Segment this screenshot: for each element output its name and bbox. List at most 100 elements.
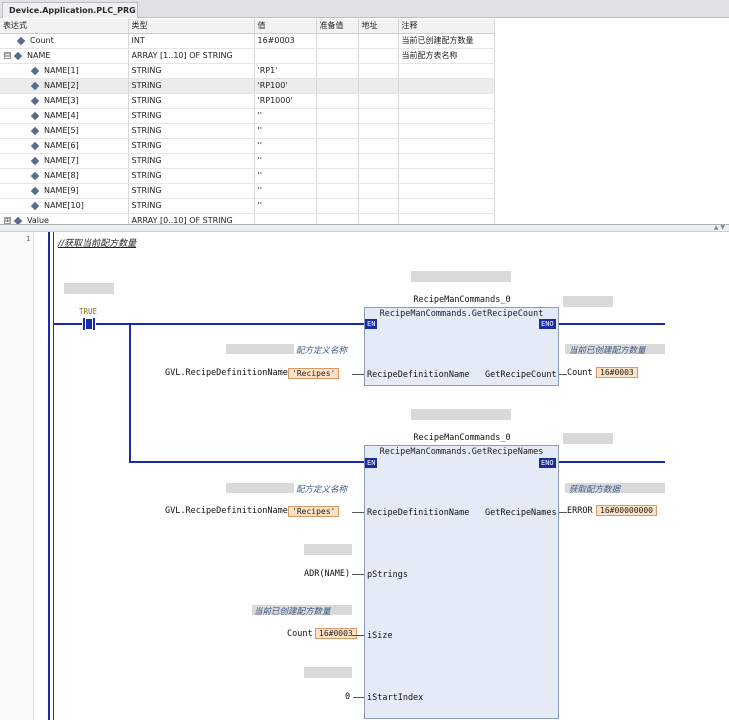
contact-label: TRUE xyxy=(79,307,98,316)
fb1-instance-name[interactable]: RecipeManCommands_0 xyxy=(365,295,559,305)
watch-cell-prepared-value[interactable] xyxy=(316,183,359,199)
fb1-type-name: RecipeManCommands.GetRecipeCount xyxy=(379,309,544,319)
contact-true[interactable] xyxy=(82,318,96,330)
wire xyxy=(129,461,364,463)
fb1-input-variable[interactable]: GVL.RecipeDefinitionName xyxy=(165,368,288,378)
fb2-output-variable[interactable]: ERROR xyxy=(567,506,593,516)
variable-icon xyxy=(30,66,40,75)
watch-cell-prepared-value[interactable] xyxy=(316,63,359,79)
col-header-address[interactable]: 地址 xyxy=(358,19,399,34)
expand-icon[interactable]: ⊞ xyxy=(4,217,11,224)
watch-cell-comment xyxy=(398,93,495,109)
col-header-expression[interactable]: 表达式 xyxy=(0,19,129,34)
wire xyxy=(353,697,364,698)
fb1-output-variable[interactable]: Count xyxy=(567,368,593,378)
watch-cell-prepared-value[interactable] xyxy=(316,48,359,64)
fb1-output-value[interactable]: 16#0003 xyxy=(596,367,638,378)
variable-icon xyxy=(30,81,40,90)
watch-cell-expression: NAME[4] xyxy=(0,108,129,124)
watch-row[interactable]: NAME[6] STRING '' xyxy=(0,138,495,154)
variable-icon xyxy=(30,141,40,150)
fb2-in-pin-recipe-definition-name: RecipeDefinitionName xyxy=(367,508,470,518)
watch-cell-address xyxy=(358,123,399,139)
watch-cell-comment: 当前已创建配方数量 xyxy=(398,33,495,49)
splitter-arrows-icon[interactable]: ▲ ▼ xyxy=(714,224,725,231)
watch-cell-comment xyxy=(398,183,495,199)
watch-cell-address xyxy=(358,168,399,184)
watch-cell-prepared-value[interactable] xyxy=(316,33,359,49)
variable-icon xyxy=(30,126,40,135)
watch-cell-comment xyxy=(398,138,495,154)
col-header-value[interactable]: 值 xyxy=(254,19,317,34)
fb1-input-value[interactable]: 'Recipes' xyxy=(288,368,340,379)
watch-cell-address xyxy=(358,63,399,79)
watch-cell-prepared-value[interactable] xyxy=(316,93,359,109)
wire xyxy=(54,323,82,325)
fb2-out-pin-get-recipe-names: GetRecipeNames xyxy=(485,508,557,518)
wire xyxy=(352,635,364,636)
col-header-prepared-value[interactable]: 准备值 xyxy=(316,19,359,34)
watch-cell-prepared-value[interactable] xyxy=(316,168,359,184)
fb2-input-value[interactable]: 'Recipes' xyxy=(288,506,340,517)
fb2-isize-variable[interactable]: Count xyxy=(287,629,313,639)
watch-cell-prepared-value[interactable] xyxy=(316,153,359,169)
watch-row[interactable]: NAME[8] STRING '' xyxy=(0,168,495,184)
redacted-label xyxy=(411,271,511,282)
watch-cell-prepared-value[interactable] xyxy=(316,108,359,124)
watch-cell-comment xyxy=(398,168,495,184)
watch-cell-type: STRING xyxy=(128,123,255,139)
watch-cell-type: STRING xyxy=(128,93,255,109)
network-number: 1 xyxy=(26,235,31,243)
collapse-icon[interactable]: ⊟ xyxy=(4,52,11,59)
variable-icon xyxy=(30,96,40,105)
watch-cell-expression: Count xyxy=(0,33,129,49)
redacted-label xyxy=(304,544,352,555)
watch-row[interactable]: NAME[2] STRING 'RP100' xyxy=(0,78,495,94)
watch-row[interactable]: NAME[5] STRING '' xyxy=(0,123,495,139)
watch-cell-value xyxy=(254,48,317,64)
watch-row[interactable]: NAME[9] STRING '' xyxy=(0,183,495,199)
variable-icon xyxy=(13,51,23,60)
col-header-comment[interactable]: 注释 xyxy=(398,19,495,34)
wire xyxy=(559,374,567,375)
watch-cell-prepared-value[interactable] xyxy=(316,198,359,214)
pane-splitter[interactable]: ▲ ▼ xyxy=(0,224,729,232)
fb2-input-variable[interactable]: GVL.RecipeDefinitionName xyxy=(165,506,288,516)
watch-cell-expression: NAME[3] xyxy=(0,93,129,109)
expression-text: Count xyxy=(30,36,54,45)
watch-cell-expression: NAME[6] xyxy=(0,138,129,154)
watch-cell-prepared-value[interactable] xyxy=(316,138,359,154)
fb2-isize-value[interactable]: 16#0003 xyxy=(315,628,357,639)
fb2-instance-name[interactable]: RecipeManCommands_0 xyxy=(365,433,559,443)
watch-cell-value: 'RP1' xyxy=(254,63,317,79)
fb2-istartindex-variable[interactable]: 0 xyxy=(345,692,350,702)
watch-cell-type: STRING xyxy=(128,63,255,79)
watch-row[interactable]: NAME[10] STRING '' xyxy=(0,198,495,214)
watch-cell-value: '' xyxy=(254,123,317,139)
col-header-type[interactable]: 类型 xyxy=(128,19,255,34)
watch-cell-comment xyxy=(398,198,495,214)
editor-tab[interactable]: Device.Application.PLC_PRG xyxy=(2,2,138,18)
watch-row[interactable]: NAME[4] STRING '' xyxy=(0,108,495,124)
fb1-en-pin: EN xyxy=(365,319,378,329)
fb2-block[interactable] xyxy=(364,445,559,719)
watch-row[interactable]: Count INT 16#0003 当前已创建配方数量 xyxy=(0,33,495,49)
watch-cell-prepared-value[interactable] xyxy=(316,78,359,94)
watch-cell-expression: NAME[9] xyxy=(0,183,129,199)
fb2-output-value[interactable]: 16#00000000 xyxy=(596,505,657,516)
expression-text: NAME[6] xyxy=(44,141,79,150)
watch-row[interactable]: NAME[1] STRING 'RP1' xyxy=(0,63,495,79)
watch-cell-prepared-value[interactable] xyxy=(316,123,359,139)
watch-cell-address xyxy=(358,33,399,49)
fb2-pstrings-variable[interactable]: ADR(NAME) xyxy=(304,569,350,579)
watch-row[interactable]: NAME[3] STRING 'RP1000' xyxy=(0,93,495,109)
watch-cell-address xyxy=(358,48,399,64)
watch-cell-value: 'RP100' xyxy=(254,78,317,94)
watch-cell-comment: 当前配方表名称 xyxy=(398,48,495,64)
network-comment[interactable]: //获取当前配方数量 xyxy=(58,236,136,249)
watch-row[interactable]: NAME[7] STRING '' xyxy=(0,153,495,169)
fb1-input-comment: 配方定义名称 xyxy=(296,346,348,356)
watch-cell-type: ARRAY [1..10] OF STRING xyxy=(128,48,255,64)
watch-row[interactable]: ⊟ NAME ARRAY [1..10] OF STRING 当前配方表名称 xyxy=(0,48,495,64)
watch-cell-address xyxy=(358,198,399,214)
